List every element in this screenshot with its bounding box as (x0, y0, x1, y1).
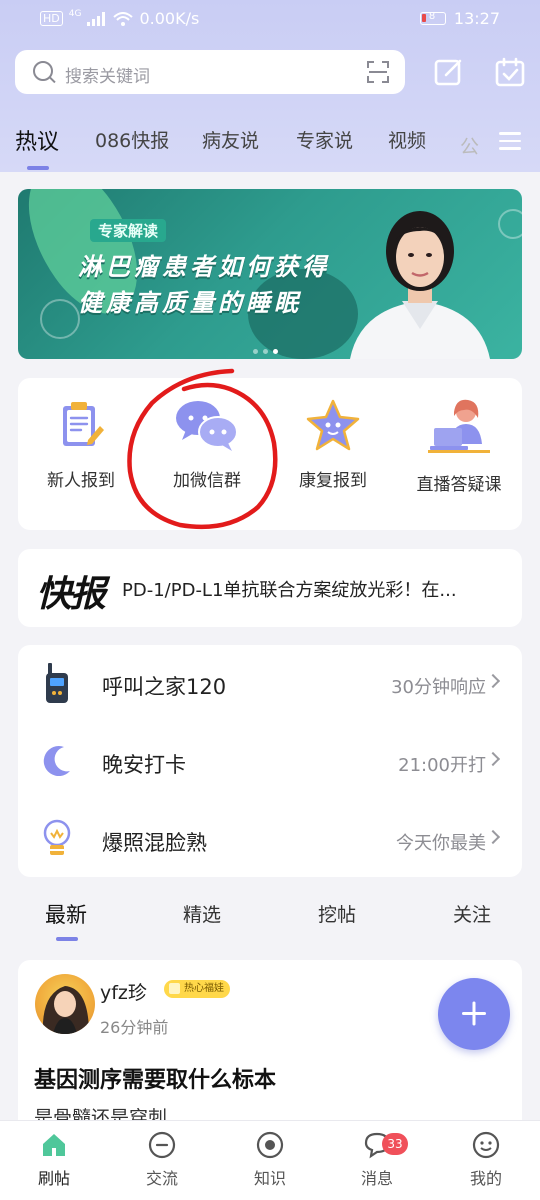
home-icon (43, 1134, 65, 1156)
search-placeholder: 搜索关键词 (65, 67, 150, 87)
nav-exchange[interactable]: 交流 (122, 1131, 202, 1189)
tab-hot[interactable]: 热议 (15, 124, 59, 156)
checkin-calendar-icon[interactable] (495, 57, 525, 87)
post-title[interactable]: 基因测序需要取什么标本 (34, 1062, 276, 1094)
chevron-right-icon (485, 829, 501, 845)
nav-feed[interactable]: 刷帖 (14, 1131, 94, 1189)
avatar[interactable] (35, 974, 95, 1034)
tab-active-indicator (27, 166, 49, 170)
news-logo: 快报 (36, 574, 106, 615)
post-username[interactable]: yfz珍 (100, 978, 147, 1005)
tab-dig[interactable]: 挖帖 (318, 900, 356, 927)
battery-level: 8 (428, 11, 436, 22)
nav-label: 刷帖 (37, 1169, 70, 1188)
list-item-title: 爆照混脸熟 (102, 831, 207, 855)
edit-icon[interactable] (434, 57, 464, 87)
news-ticker[interactable]: 快报 PD-1/PD-L1单抗联合方案绽放光彩！在... (18, 549, 522, 627)
tab-086-news[interactable]: 086快报 (95, 126, 169, 153)
banner-carousel[interactable]: 专家解读 淋巴瘤患者如何获得 健康高质量的睡眠 (18, 189, 522, 359)
feed-active-indicator (56, 937, 78, 941)
post-time: 26分钟前 (100, 1018, 169, 1037)
list-item-call-home[interactable]: 呼叫之家120 30分钟响应 (18, 645, 522, 723)
tab-featured[interactable]: 精选 (183, 900, 221, 927)
live-class-icon (428, 399, 490, 453)
feature-label: 康复报到 (299, 471, 367, 491)
search-input[interactable]: 搜索关键词 (15, 50, 405, 94)
scan-icon[interactable] (367, 61, 389, 83)
tab-more-partial[interactable]: 公 (460, 132, 479, 159)
clipboard-icon (63, 402, 104, 446)
feature-recovery-checkin[interactable]: 康复报到 (270, 398, 396, 491)
status-bar: HD 4G 0.00K/s 8 13:27 (0, 0, 540, 38)
knowledge-icon (256, 1131, 284, 1159)
exchange-icon (148, 1131, 176, 1159)
clock: 13:27 (453, 9, 500, 28)
menu-icon[interactable] (499, 132, 521, 150)
moon-icon (43, 746, 70, 777)
feature-label: 直播答疑课 (416, 475, 502, 495)
nav-label: 消息 (360, 1169, 393, 1188)
banner-title-line2: 健康高质量的睡眠 (78, 289, 302, 317)
walkie-talkie-icon (46, 663, 68, 703)
search-icon (33, 61, 53, 81)
list-item-title: 呼叫之家120 (102, 675, 227, 699)
chevron-right-icon (485, 673, 501, 689)
tab-latest[interactable]: 最新 (45, 899, 87, 929)
message-count-badge: 33 (382, 1133, 408, 1155)
network-speed: 0.00K/s (139, 9, 200, 28)
banner-tag: 专家解读 (90, 219, 167, 242)
profile-icon (472, 1131, 500, 1159)
add-post-button[interactable] (438, 978, 510, 1050)
list-item-hint: 今天你最美 (396, 833, 486, 854)
signal-icon (87, 11, 106, 26)
expert-portrait (350, 211, 490, 359)
banner-title-line1: 淋巴瘤患者如何获得 (78, 253, 330, 281)
nav-label: 交流 (145, 1169, 178, 1188)
list-item-photo-share[interactable]: 爆照混脸熟 今天你最美 (18, 801, 522, 879)
hd-indicator: HD (40, 11, 63, 26)
network-type: 4G (68, 8, 82, 19)
tab-video[interactable]: 视频 (388, 126, 426, 153)
tab-patients[interactable]: 病友说 (202, 126, 259, 153)
nav-knowledge[interactable]: 知识 (230, 1131, 310, 1189)
list-item-hint: 30分钟响应 (391, 677, 486, 698)
nav-profile[interactable]: 我的 (446, 1131, 526, 1189)
category-tabs: 热议 086快报 病友说 专家说 视频 公 (0, 118, 540, 170)
nav-label: 知识 (253, 1169, 286, 1188)
banner-bubble-decoration (40, 299, 80, 339)
tab-experts[interactable]: 专家说 (296, 126, 353, 153)
star-icon (306, 399, 360, 451)
wifi-icon (113, 11, 134, 26)
bottom-nav: 刷帖 交流 知识 消息 我的 (0, 1120, 540, 1200)
tab-following[interactable]: 关注 (453, 900, 491, 927)
list-item-title: 晚安打卡 (102, 753, 186, 777)
chevron-right-icon (485, 751, 501, 767)
quick-list: 呼叫之家120 30分钟响应 晚安打卡 21:00开打 爆照混脸熟 今天你最美 (18, 645, 522, 877)
banner-bubble-decoration (498, 209, 522, 239)
battery-icon: 8 (419, 11, 446, 25)
feed-tabs: 最新 精选 挖帖 关注 (0, 893, 540, 943)
red-annotation-circle (127, 368, 278, 530)
user-badge: 热心福娃 (164, 980, 230, 998)
feature-live-class[interactable]: 直播答疑课 (396, 398, 522, 495)
list-item-hint: 21:00开打 (398, 755, 486, 776)
carousel-dots (253, 349, 278, 354)
lightbulb-icon (43, 819, 71, 855)
news-headline[interactable]: PD-1/PD-L1单抗联合方案绽放光彩！在... (122, 576, 502, 602)
nav-label: 我的 (469, 1169, 502, 1188)
list-item-goodnight[interactable]: 晚安打卡 21:00开打 (18, 723, 522, 801)
